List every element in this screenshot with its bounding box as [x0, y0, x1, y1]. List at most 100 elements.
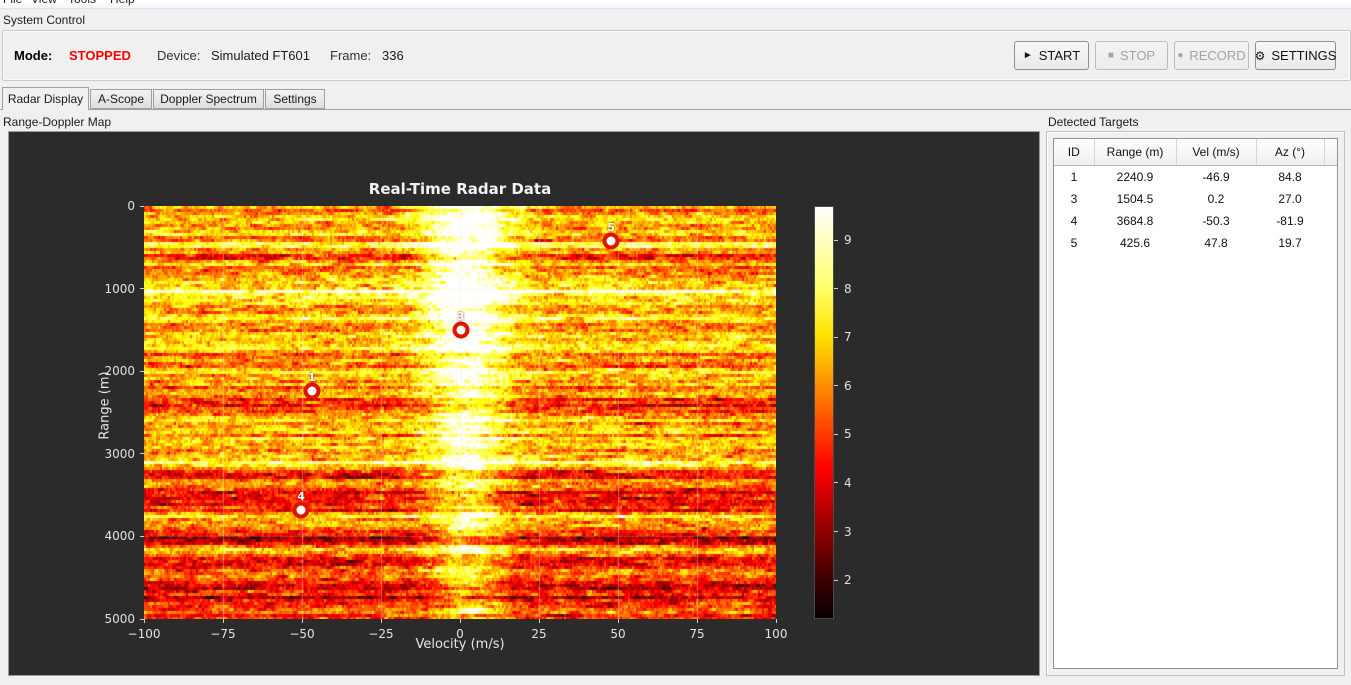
targets-table-container: ID Range (m) Vel (m/s) Az (°) 1 2240.9 -… — [1053, 138, 1338, 669]
x-tick-label: −100 — [127, 627, 161, 641]
radar-app-window: File View Tools Help System Control Mode… — [0, 0, 1351, 685]
cell-id[interactable]: 5 — [1054, 232, 1094, 254]
frame-label: Frame: — [330, 48, 372, 63]
x-tick-label: 100 — [764, 627, 788, 641]
table-row[interactable]: 4 3684.8 -50.3 -81.9 — [1054, 210, 1337, 232]
target-marker — [292, 501, 310, 519]
colorbar-tick-mark — [834, 288, 838, 289]
cell-vel[interactable]: 0.2 — [1176, 188, 1256, 210]
settings-button[interactable]: ⚙ SETTINGS — [1255, 41, 1336, 70]
col-header-spacer — [1324, 139, 1337, 166]
colorbar-tick-label: 8 — [844, 281, 852, 296]
colorbar-tick-label: 7 — [844, 330, 852, 345]
colorbar-tick-mark — [834, 531, 838, 532]
tab-bar: Radar Display A-Scope Doppler Spectrum S… — [0, 87, 1351, 110]
tab-settings[interactable]: Settings — [265, 89, 325, 109]
start-button-label: START — [1038, 48, 1081, 63]
tab-doppler-spectrum[interactable]: Doppler Spectrum — [153, 89, 264, 109]
cell-id[interactable]: 3 — [1054, 188, 1094, 210]
cell-id[interactable]: 1 — [1054, 166, 1094, 189]
targets-table: ID Range (m) Vel (m/s) Az (°) 1 2240.9 -… — [1054, 139, 1337, 254]
target-marker-label: 5 — [607, 221, 615, 235]
colorbar-tick-label: 3 — [844, 524, 852, 539]
colorbar — [814, 206, 834, 619]
stop-button-label: STOP — [1119, 48, 1156, 63]
menu-help[interactable]: Help — [110, 0, 135, 8]
menu-tools[interactable]: Tools — [68, 0, 96, 8]
mode-label: Mode: — [14, 48, 53, 63]
x-tick-label: −75 — [210, 627, 236, 641]
col-header-range[interactable]: Range (m) — [1094, 139, 1177, 166]
target-marker-label: 1 — [307, 371, 316, 385]
target-marker — [602, 232, 620, 250]
menu-view[interactable]: View — [31, 0, 57, 8]
target-marker-label: 4 — [297, 490, 305, 504]
targets-header-row: ID Range (m) Vel (m/s) Az (°) — [1054, 139, 1337, 166]
range-doppler-heatmap — [144, 206, 776, 619]
colorbar-tick-mark — [834, 385, 838, 386]
system-control-group-label: System Control — [3, 13, 86, 27]
col-header-vel[interactable]: Vel (m/s) — [1176, 139, 1257, 166]
cell-vel[interactable]: 47.8 — [1176, 232, 1256, 254]
mode-value: STOPPED — [69, 48, 131, 63]
colorbar-tick-mark — [834, 337, 838, 338]
y-tick-label: 0 — [127, 199, 135, 213]
x-tick-mark — [223, 619, 224, 623]
cell-az[interactable]: 84.8 — [1256, 166, 1324, 189]
x-tick-mark — [144, 619, 145, 623]
y-tick-label: 4000 — [104, 529, 135, 544]
colorbar-tick-label: 4 — [844, 475, 852, 490]
plot-title: Real-Time Radar Data — [368, 180, 552, 198]
menu-bar: File View Tools Help — [0, 0, 1351, 9]
y-tick-mark — [140, 288, 144, 289]
col-header-id[interactable]: ID — [1054, 139, 1095, 166]
target-marker — [303, 382, 321, 400]
target-marker — [452, 321, 470, 339]
colorbar-tick-mark — [834, 482, 838, 483]
range-doppler-plot-panel: Real-Time Radar Data Range (m) Velocity … — [8, 131, 1040, 676]
menu-file[interactable]: File — [3, 0, 22, 8]
cell-range[interactable]: 425.6 — [1094, 232, 1176, 254]
y-tick-mark — [140, 536, 144, 537]
x-tick-mark — [697, 619, 698, 623]
y-tick-label: 5000 — [104, 612, 135, 626]
x-tick-mark — [776, 619, 777, 623]
cell-az[interactable]: 19.7 — [1256, 232, 1324, 254]
cell-vel[interactable]: -46.9 — [1176, 166, 1256, 189]
y-tick-mark — [140, 453, 144, 454]
device-label: Device: — [157, 48, 201, 63]
detected-targets-label: Detected Targets — [1048, 115, 1139, 129]
cell-az[interactable]: -81.9 — [1256, 210, 1324, 232]
colorbar-tick-label: 9 — [844, 233, 852, 247]
tab-radar-display[interactable]: Radar Display — [2, 87, 89, 110]
cell-id[interactable]: 4 — [1054, 210, 1094, 232]
y-tick-mark — [140, 619, 144, 620]
table-row[interactable]: 3 1504.5 0.2 27.0 — [1054, 188, 1337, 210]
cell-range[interactable]: 2240.9 — [1094, 166, 1176, 189]
x-tick-mark — [302, 619, 303, 623]
detected-targets-panel: ID Range (m) Vel (m/s) Az (°) 1 2240.9 -… — [1046, 131, 1345, 676]
y-tick-mark — [140, 371, 144, 372]
cell-range[interactable]: 1504.5 — [1094, 188, 1176, 210]
table-row[interactable]: 1 2240.9 -46.9 84.8 — [1054, 166, 1337, 189]
y-tick-label: 1000 — [104, 281, 135, 296]
col-header-az[interactable]: Az (°) — [1256, 139, 1325, 166]
x-tick-mark — [618, 619, 619, 623]
stop-icon: ■ — [1107, 50, 1114, 61]
table-row[interactable]: 5 425.6 47.8 19.7 — [1054, 232, 1337, 254]
x-tick-mark — [539, 619, 540, 623]
cell-az[interactable]: 27.0 — [1256, 188, 1324, 210]
settings-button-label: SETTINGS — [1271, 48, 1337, 63]
colorbar-tick-mark — [834, 580, 838, 581]
record-icon: ● — [1177, 50, 1184, 61]
x-tick-label: 75 — [689, 627, 705, 641]
start-button[interactable]: ► START — [1014, 41, 1089, 70]
tab-a-scope[interactable]: A-Scope — [90, 89, 152, 109]
cell-range[interactable]: 3684.8 — [1094, 210, 1176, 232]
stop-button: ■ STOP — [1095, 41, 1168, 70]
x-tick-label: 25 — [531, 627, 547, 641]
frame-value: 336 — [382, 48, 404, 63]
cell-vel[interactable]: -50.3 — [1176, 210, 1256, 232]
x-tick-label: −25 — [368, 627, 394, 641]
device-value: Simulated FT601 — [211, 48, 310, 63]
